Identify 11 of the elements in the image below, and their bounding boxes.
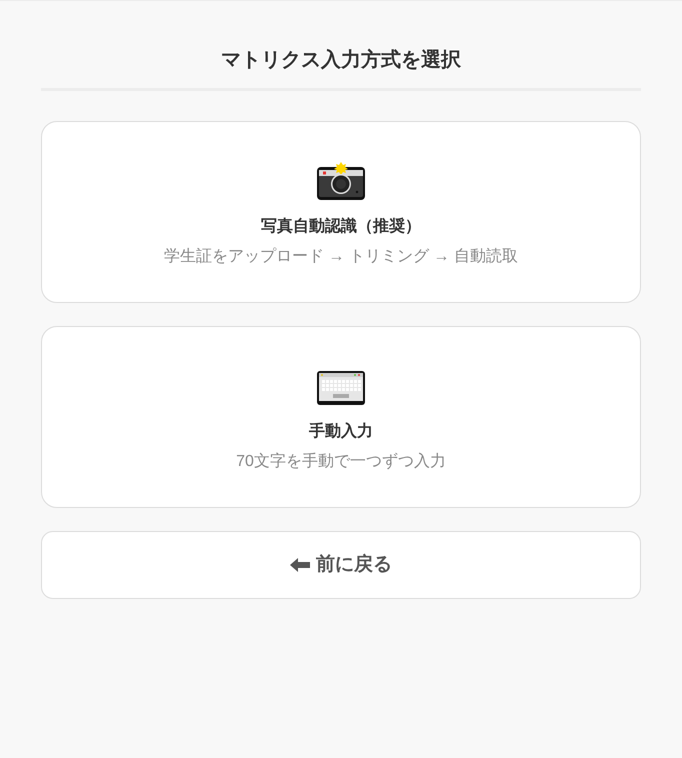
option-description: 70文字を手動で一つずつ入力 (236, 452, 446, 472)
option-title: 手動入力 (309, 421, 373, 442)
option-card[interactable]: 手動入力 70文字を手動で一つずつ入力 (41, 326, 641, 508)
option-card[interactable]: 写真自動認識（推奨） 学生証をアップロード → トリミング → 自動読取 (41, 121, 641, 303)
option-title: 写真自動認識（推奨） (261, 216, 421, 237)
keyboard-icon (317, 371, 365, 405)
page-title: マトリクス入力方式を選択 (220, 48, 462, 73)
arrow-left-icon (290, 558, 310, 572)
camera-icon (317, 162, 365, 200)
back-button[interactable]: 前に戻る (41, 531, 641, 599)
option-description: 学生証をアップロード → トリミング → 自動読取 (164, 246, 518, 267)
